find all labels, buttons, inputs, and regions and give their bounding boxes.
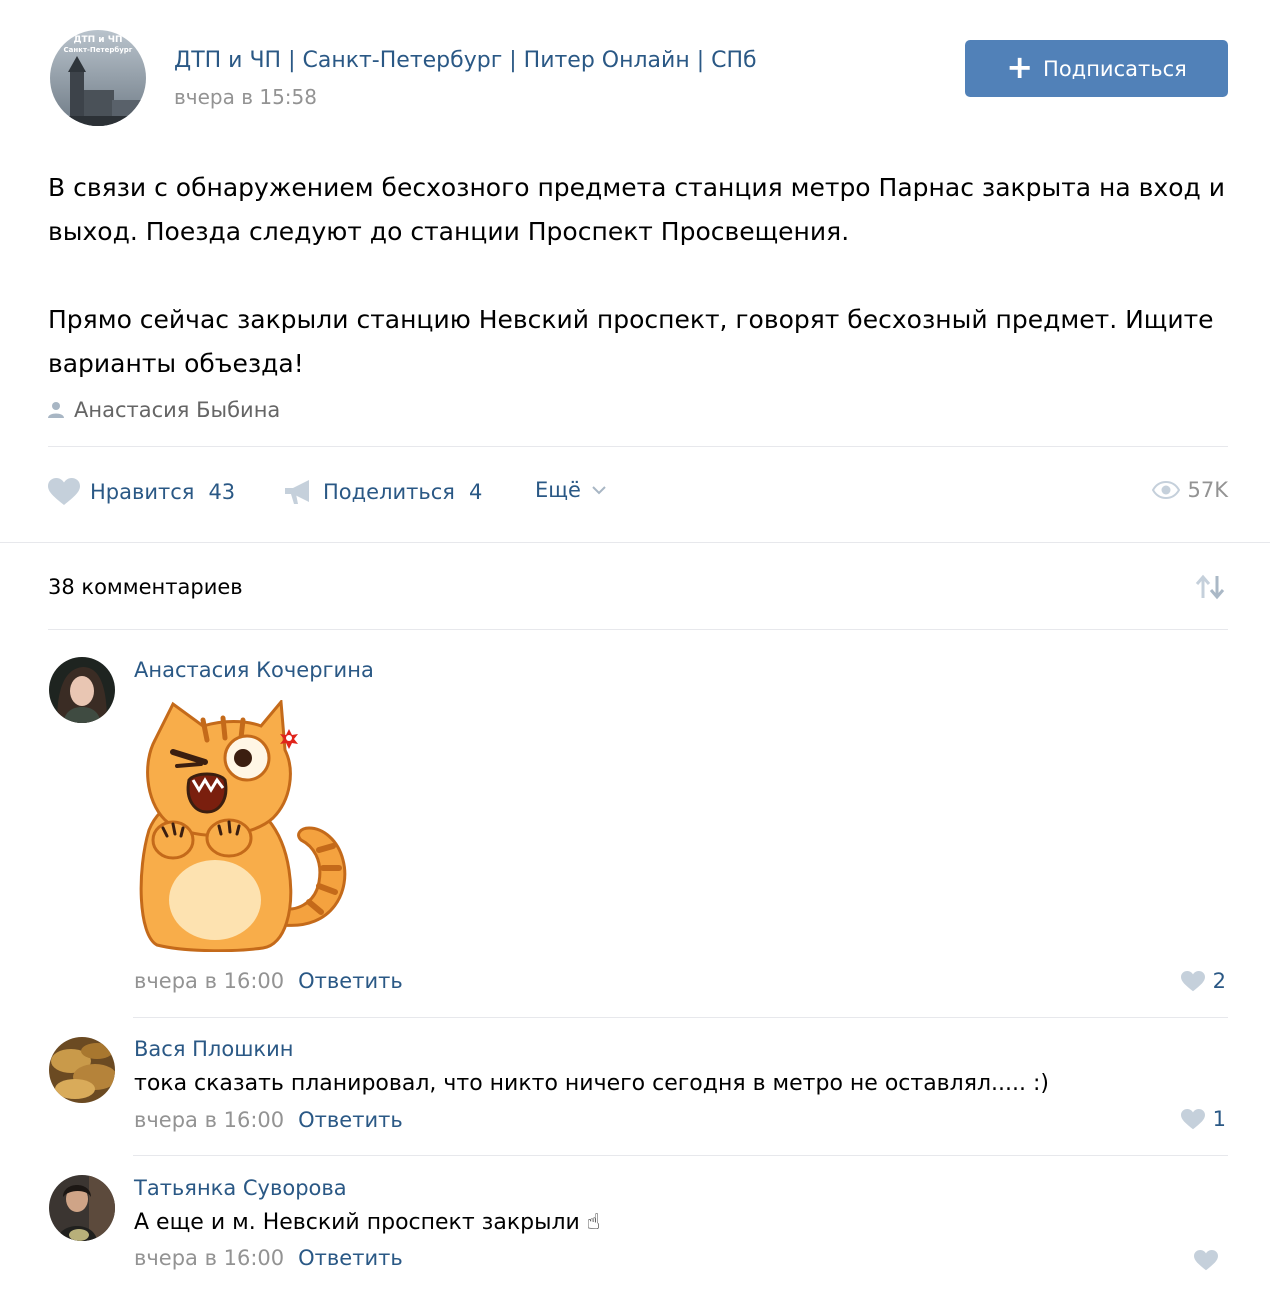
post-divider	[48, 446, 1228, 447]
share-button[interactable]: Поделиться 4	[283, 478, 482, 506]
angry-cat-sticker-image	[139, 698, 347, 953]
more-button[interactable]: Ещё	[535, 478, 607, 502]
comment-time[interactable]: вчера в 16:00	[134, 969, 284, 993]
comment-like-count: 2	[1212, 969, 1226, 993]
heart-icon	[48, 478, 80, 505]
subscribe-label: Подписаться	[1043, 56, 1187, 81]
avatar-logo-text: ДТП и ЧП	[73, 35, 122, 45]
views-counter: 57K	[1151, 478, 1229, 502]
eye-icon	[1151, 481, 1180, 499]
section-divider	[0, 542, 1270, 543]
comment-meta: вчера в 16:00 Ответить	[134, 1108, 403, 1132]
comment-like-button[interactable]: 1	[1180, 1107, 1226, 1131]
plus-icon: +	[1006, 48, 1034, 86]
like-count: 43	[208, 480, 236, 504]
post-paragraph: В связи с обнаружением бесхозного предме…	[48, 173, 1225, 246]
comment-time[interactable]: вчера в 16:00	[134, 1246, 284, 1270]
comment-text: тока сказать планировал, что никто ничег…	[134, 1071, 1049, 1096]
post-text: В связи с обнаружением бесхозного предме…	[48, 166, 1233, 386]
reply-button[interactable]: Ответить	[298, 969, 403, 993]
heart-icon	[1180, 970, 1205, 991]
signer-name: Анастасия Быбина	[74, 398, 281, 422]
comment-divider	[133, 1155, 1228, 1156]
cat-sticker	[133, 698, 363, 953]
reply-button[interactable]: Ответить	[298, 1246, 403, 1270]
heart-icon	[1180, 1108, 1205, 1129]
megaphone-icon	[285, 480, 309, 504]
comments-divider	[48, 629, 1228, 630]
comment-avatar-image	[49, 657, 115, 723]
share-count: 4	[468, 480, 483, 504]
share-label: Поделиться	[323, 480, 455, 504]
comment-author[interactable]: Татьянка Суворова	[134, 1176, 347, 1200]
heart-icon	[1194, 1250, 1218, 1271]
views-count: 57K	[1187, 478, 1229, 502]
user-icon	[48, 402, 64, 418]
comment-author[interactable]: Анастасия Кочергина	[134, 658, 374, 682]
comment-like-button[interactable]: 2	[1180, 969, 1226, 993]
like-button[interactable]: Нравится 43	[48, 478, 235, 506]
more-label: Ещё	[535, 478, 581, 502]
svg-text:Санкт-Петербург: Санкт-Петербург	[64, 46, 133, 54]
group-avatar-image: ДТП и ЧП Санкт-Петербург	[50, 30, 146, 126]
comments-count: 38 комментариев	[48, 575, 243, 599]
post-signer[interactable]: Анастасия Быбина	[48, 398, 280, 422]
reply-button[interactable]: Ответить	[298, 1108, 403, 1132]
comment-text: А еще и м. Невский проспект закрыли ☝	[134, 1210, 601, 1235]
subscribe-button[interactable]: + Подписаться	[965, 40, 1228, 97]
comment-avatar[interactable]	[49, 1037, 115, 1103]
comment-avatar-image	[49, 1175, 115, 1241]
comment-avatar[interactable]	[49, 1175, 115, 1241]
comment-meta: вчера в 16:00 Ответить	[134, 1246, 403, 1270]
comment-avatar-image	[49, 1037, 115, 1103]
sort-button[interactable]	[1194, 574, 1226, 604]
sort-icon	[1195, 574, 1225, 600]
group-name-link[interactable]: ДТП и ЧП | Санкт-Петербург | Питер Онлай…	[174, 48, 757, 73]
post-paragraph: Прямо сейчас закрыли станцию Невский про…	[48, 305, 1214, 378]
comment-avatar[interactable]	[49, 657, 115, 723]
comment-like-count: 1	[1212, 1107, 1226, 1131]
comment-divider	[133, 1017, 1228, 1018]
post-time[interactable]: вчера в 15:58	[174, 85, 317, 109]
comment-author[interactable]: Вася Плошкин	[134, 1037, 293, 1061]
group-avatar[interactable]: ДТП и ЧП Санкт-Петербург	[50, 30, 146, 126]
comment-meta: вчера в 16:00 Ответить	[134, 969, 403, 993]
comment-time[interactable]: вчера в 16:00	[134, 1108, 284, 1132]
chevron-down-icon	[592, 486, 606, 495]
like-label: Нравится	[90, 480, 195, 504]
comment-like-button[interactable]	[1194, 1250, 1226, 1271]
